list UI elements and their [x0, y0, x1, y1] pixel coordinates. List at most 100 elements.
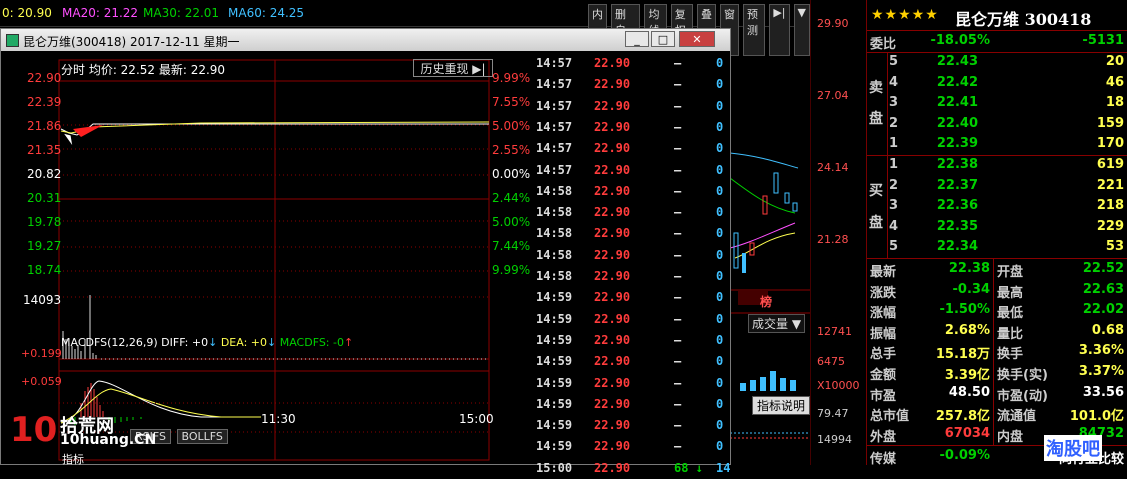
- tick-volume: —: [674, 418, 682, 433]
- ma-first-label: 0: 20.90: [2, 6, 52, 20]
- tick-volume: —: [674, 183, 682, 198]
- volume-bar: [770, 371, 776, 391]
- level-index: 4: [889, 74, 899, 90]
- axis-volume-tick: 12741: [817, 325, 852, 338]
- tick-volume: —: [674, 205, 682, 220]
- arrow-up-icon: ↑: [343, 336, 354, 349]
- indicator-help-button[interactable]: 指标说明: [752, 396, 811, 415]
- buy-level-row[interactable]: 2 22.37 221: [867, 176, 1127, 196]
- tick-list[interactable]: 14:57 22.90—0 14:57 22.90—0 14:57 22.90—0 14:5…: [534, 51, 730, 475]
- level-index: 3: [889, 198, 899, 214]
- tick-price: 22.90: [594, 290, 631, 305]
- watermark-logo-right: 淘股吧: [1040, 433, 1125, 463]
- buy-level-row[interactable]: 1 22.38 619: [867, 155, 1127, 175]
- window-titlebar[interactable]: 昆仑万维(300418) 2017-12-11 星期一 _ □ ✕: [1, 29, 730, 51]
- price-label: 21.35: [27, 143, 62, 157]
- macdfs-label: MACDFS: -0: [279, 336, 344, 349]
- volume-bar: [780, 378, 786, 391]
- price-label: 22.90: [27, 71, 62, 85]
- stat-value: 33.56: [1082, 384, 1124, 400]
- stat-label: 开盘: [997, 265, 1024, 280]
- tick-count: 0: [716, 226, 724, 241]
- tick-count: 0: [716, 77, 724, 92]
- stat-value: 0.68: [1091, 322, 1124, 338]
- quote-panel: ★★★★★ 昆仑万维 300418 委比 -18.05% -5131 卖 盘 5…: [866, 0, 1127, 467]
- candle: [733, 232, 739, 269]
- tick-time: 14:57: [536, 141, 573, 156]
- tick-price: 22.90: [594, 226, 631, 241]
- sell-level-row[interactable]: 4 22.42 46: [867, 73, 1127, 93]
- tick-time: 14:58: [536, 205, 573, 220]
- pct-label: 2.44%: [492, 191, 531, 205]
- indicator-bar: 0: 20.90 MA20: 21.22 MA30: 22.01 MA60: 2…: [0, 0, 810, 56]
- volume-selector[interactable]: 成交量 ▼: [748, 314, 806, 333]
- watermark-logo: 10 拾荒网 10huang.CN: [10, 410, 190, 465]
- tick-time: 14:57: [536, 119, 573, 134]
- level-qty: 20: [1105, 54, 1124, 69]
- play-icon: ▶|: [472, 62, 486, 76]
- level-qty: 170: [1096, 136, 1124, 152]
- tick-time: 14:58: [536, 226, 573, 241]
- watermark-url: 10huang.CN: [60, 432, 157, 448]
- buy-level-row[interactable]: 3 22.36 218: [867, 196, 1127, 216]
- sell-level-row[interactable]: 3 22.41 18: [867, 93, 1127, 113]
- rank-badge[interactable]: 榜: [760, 293, 772, 310]
- stat-label: 涨幅: [870, 306, 897, 322]
- tick-volume: —: [674, 354, 682, 369]
- pct-label: 0.00%: [492, 167, 531, 181]
- stat-label: 内盘: [997, 429, 1024, 445]
- tick-row: 14:57 22.90 — 0: [534, 96, 730, 117]
- tick-row: 14:57 22.90 — 0: [534, 160, 730, 181]
- stat-label: 总手: [870, 347, 897, 363]
- pct-label: 7.44%: [492, 239, 531, 253]
- close-button[interactable]: ✕: [679, 31, 715, 47]
- minimize-button[interactable]: _: [625, 31, 649, 47]
- tick-volume: —: [674, 56, 682, 70]
- stat-label: 换手: [997, 347, 1024, 363]
- tick-count: 0: [716, 183, 724, 198]
- tick-row: 14:58 22.90 — 0: [534, 245, 730, 266]
- intraday-chart[interactable]: [1, 51, 531, 465]
- tick-time: 14:58: [536, 247, 573, 262]
- watermark-number: 10: [10, 410, 58, 450]
- tick-volume: —: [674, 396, 682, 411]
- stat-row: 最新 22.38 开盘 22.52: [867, 259, 1127, 280]
- level-price: 22.36: [936, 198, 978, 214]
- tick-time: 14:59: [536, 418, 573, 433]
- tick-volume: —: [674, 269, 682, 283]
- sell-level-row[interactable]: 2 22.40 159: [867, 114, 1127, 134]
- sell-level-row[interactable]: 1 22.39 170: [867, 134, 1127, 154]
- tick-volume: —: [674, 332, 682, 347]
- history-replay-button[interactable]: 历史重现 ▶|: [413, 59, 493, 77]
- tick-time: 15:00: [536, 460, 573, 475]
- chart-frame: [58, 59, 490, 461]
- level-qty: 18: [1105, 95, 1124, 111]
- level-index: 5: [889, 239, 899, 255]
- stock-header: ★★★★★ 昆仑万维 300418: [867, 0, 1127, 31]
- sell-level-row[interactable]: 5 22.43 20: [867, 52, 1127, 72]
- candle: [762, 195, 768, 215]
- tick-price: 22.90: [594, 183, 631, 198]
- tick-price: 22.90: [594, 98, 631, 113]
- stat-row: 金额 3.39亿 换手(实) 3.37%: [867, 362, 1127, 383]
- stat-label: 流通值: [997, 409, 1037, 425]
- buy-level-row[interactable]: 5 22.34 53: [867, 237, 1127, 257]
- chart-header: 分时 均价: 22.52 最新: 22.90: [61, 63, 226, 77]
- tick-time: 14:57: [536, 98, 573, 113]
- tick-count: 0: [716, 98, 724, 113]
- webi-label: 委比: [870, 37, 897, 52]
- tick-count: 0: [716, 354, 724, 369]
- candle: [773, 172, 779, 194]
- pct-label: 9.99%: [492, 71, 531, 85]
- level-price: 22.40: [936, 115, 978, 131]
- buy-level-row[interactable]: 4 22.35 229: [867, 217, 1127, 237]
- maximize-button[interactable]: □: [651, 31, 675, 47]
- tick-time: 14:57: [536, 162, 573, 177]
- rating-stars: ★★★★★: [871, 7, 939, 23]
- tick-count: 0: [716, 332, 724, 347]
- tick-row: 14:59 22.90 — 0: [534, 373, 730, 394]
- tick-row: 14:59 22.90 — 0: [534, 394, 730, 415]
- level-qty: 53: [1105, 239, 1124, 255]
- ma20-label: MA20: 21.22: [62, 6, 139, 20]
- tick-count: 14: [716, 460, 731, 475]
